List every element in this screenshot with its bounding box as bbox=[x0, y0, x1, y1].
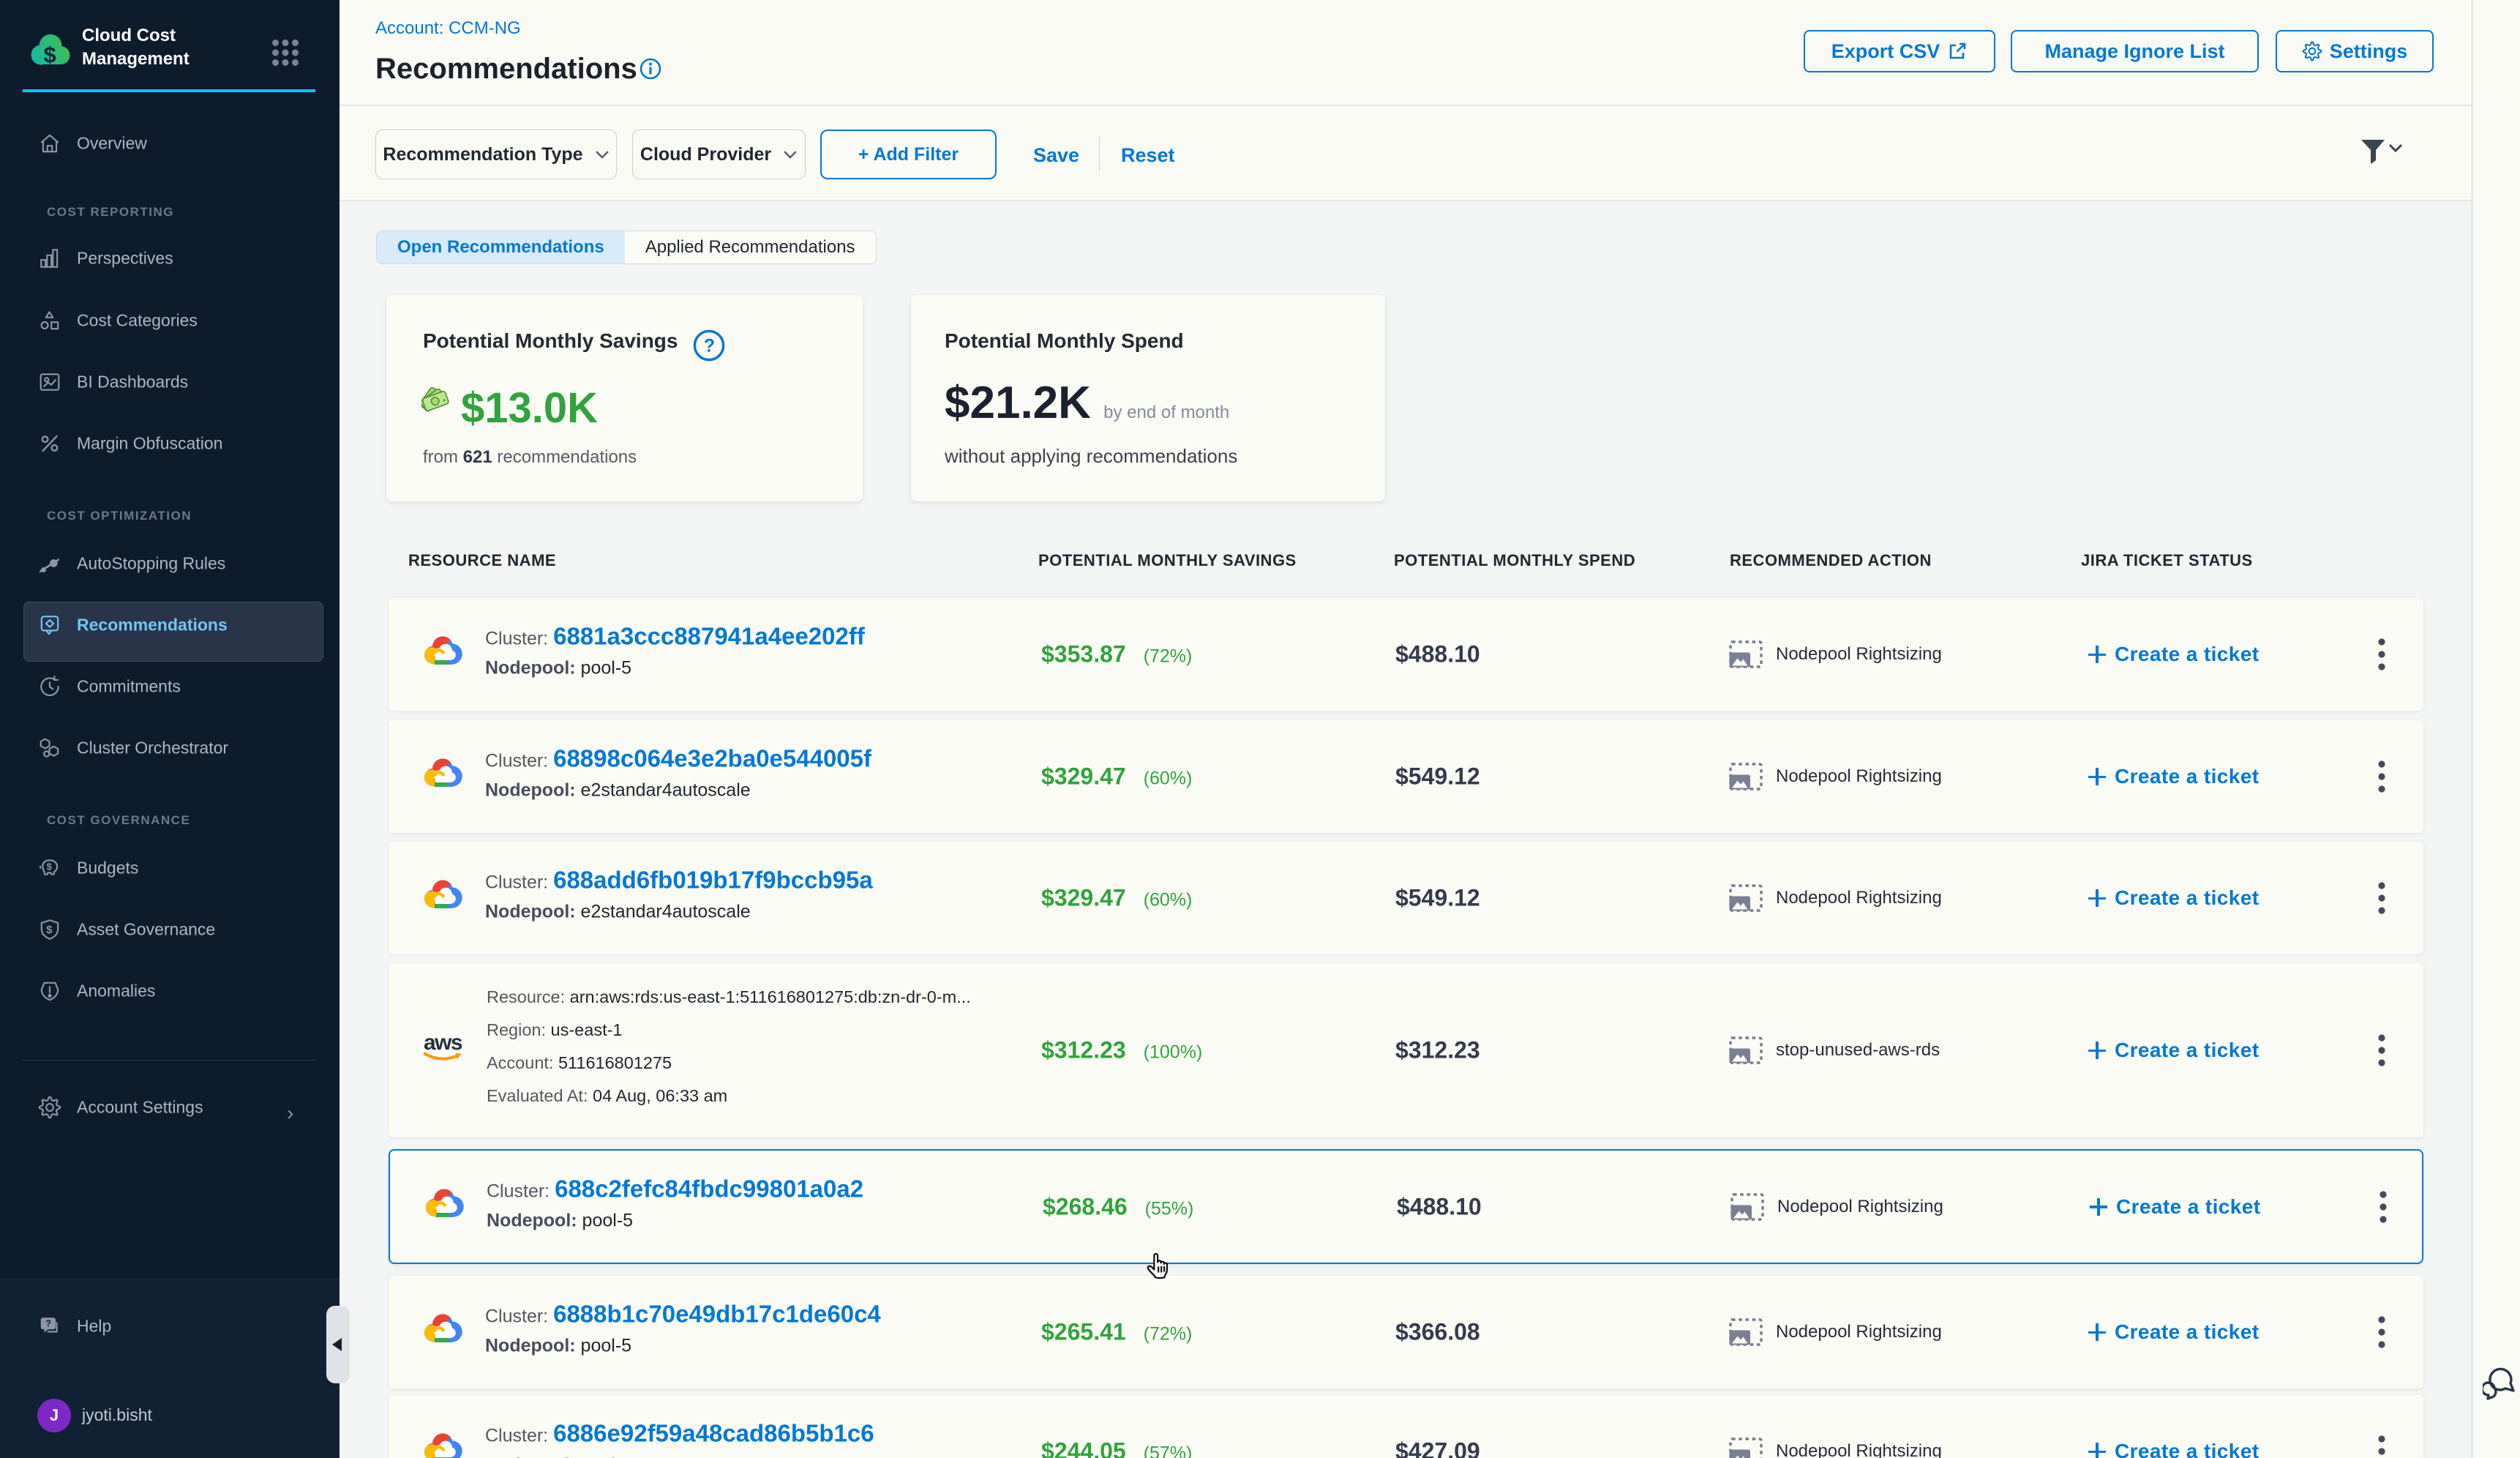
svg-text:$: $ bbox=[44, 42, 56, 67]
svg-text:?: ? bbox=[45, 1318, 51, 1329]
svg-text:$: $ bbox=[47, 861, 52, 872]
svg-text:?: ? bbox=[704, 336, 715, 356]
svg-text:$: $ bbox=[46, 924, 53, 936]
